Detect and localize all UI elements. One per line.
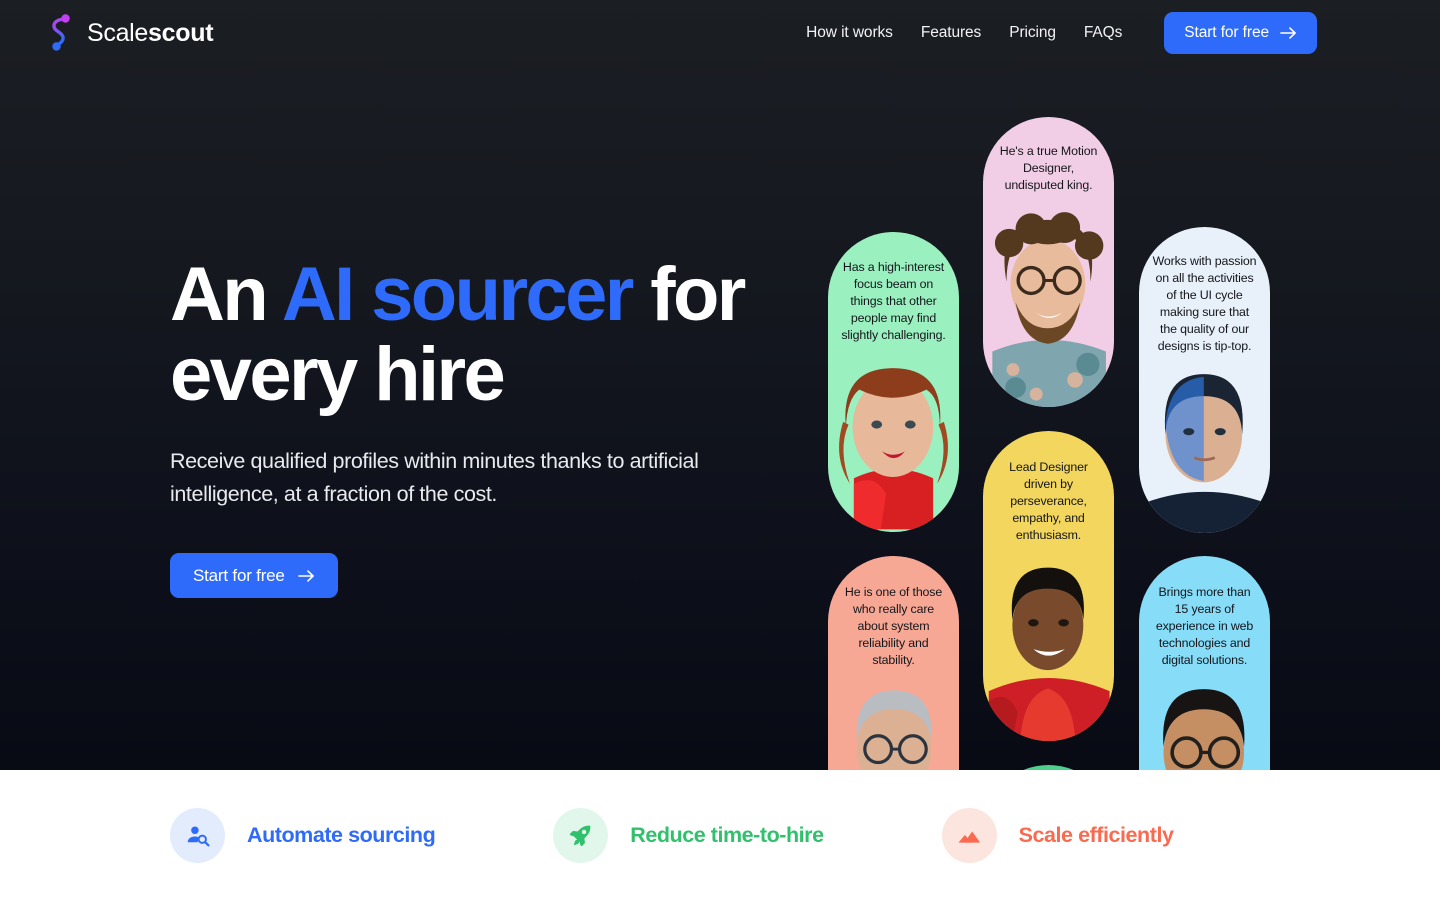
- profile-card-green-woman[interactable]: Has a high-interest focus beam on things…: [828, 232, 959, 532]
- hero-copy: An AI sourcer for every hire Receive qua…: [170, 255, 790, 598]
- feature-highlights-bar: Automate sourcing Reduce time-to-hire Sc…: [0, 770, 1440, 900]
- profile-card-blue-web-experience[interactable]: Brings more than 15 years of experience …: [1139, 556, 1270, 770]
- feature-label: Reduce time-to-hire: [630, 822, 824, 847]
- profile-photo-blue-lit-woman: [1139, 355, 1270, 533]
- profile-card-salmon-system-reliability[interactable]: He is one of those who really care about…: [828, 556, 959, 770]
- profile-card-quote: Lead Designer driven by perseverance, em…: [1009, 460, 1088, 542]
- feature-reduce-time-to-hire[interactable]: Reduce time-to-hire: [553, 807, 824, 863]
- rocket-icon: [553, 807, 609, 863]
- profile-card-pink-motion-designer[interactable]: He's a true Motion Designer, undisputed …: [983, 117, 1114, 407]
- profile-photo-smiling-woman-red-scarf: [983, 544, 1114, 741]
- hero-cta-label: Start for free: [193, 565, 285, 585]
- scalescout-s-logo-icon: [52, 14, 70, 51]
- profile-photo-woman-red-hair: [828, 344, 959, 532]
- brand-name-bold: scout: [148, 18, 214, 47]
- feature-automate-sourcing[interactable]: Automate sourcing: [170, 807, 436, 863]
- brand-wordmark: Scale scout: [87, 18, 214, 47]
- hero-subheading: Receive qualified profiles within minute…: [170, 449, 699, 506]
- mountain-icon: [941, 807, 997, 863]
- profile-card-yellow-lead-designer[interactable]: Lead Designer driven by perseverance, em…: [983, 431, 1114, 741]
- profile-card-quote: He is one of those who really care about…: [844, 585, 943, 667]
- profile-card-quote: Brings more than 15 years of experience …: [1155, 585, 1254, 667]
- profile-photo-grey-haired-man: [828, 669, 959, 770]
- feature-label: Automate sourcing: [247, 822, 436, 847]
- hero-headline: An AI sourcer for every hire: [170, 255, 790, 415]
- hero-start-for-free-button[interactable]: Start for free: [170, 553, 338, 598]
- profile-card-paleblue-ui-designer[interactable]: Works with passion on all the activities…: [1139, 227, 1270, 533]
- headline-part-1: An: [170, 252, 282, 337]
- brand-name-light: Scale: [87, 18, 149, 47]
- feature-scale-efficiently[interactable]: Scale efficiently: [941, 807, 1174, 863]
- profile-card-collage: Has a high-interest focus beam on things…: [828, 0, 1440, 770]
- feature-label: Scale efficiently: [1018, 822, 1174, 847]
- brand-logo[interactable]: Scale scout: [48, 14, 214, 52]
- person-search-icon: [170, 807, 225, 863]
- headline-accent: AI sourcer: [281, 252, 635, 337]
- profile-photo-bearded-man: [983, 194, 1114, 407]
- profile-photo-man-glasses: [1139, 669, 1270, 770]
- profile-card-quote: Works with passion on all the activities…: [1152, 254, 1257, 353]
- arrow-right-icon: [297, 569, 314, 582]
- profile-card-quote: He's a true Motion Designer, undisputed …: [999, 144, 1098, 192]
- profile-card-quote: Has a high-interest focus beam on things…: [841, 260, 946, 342]
- hero-section: Scale scout How it works Features Pricing…: [0, 0, 1440, 770]
